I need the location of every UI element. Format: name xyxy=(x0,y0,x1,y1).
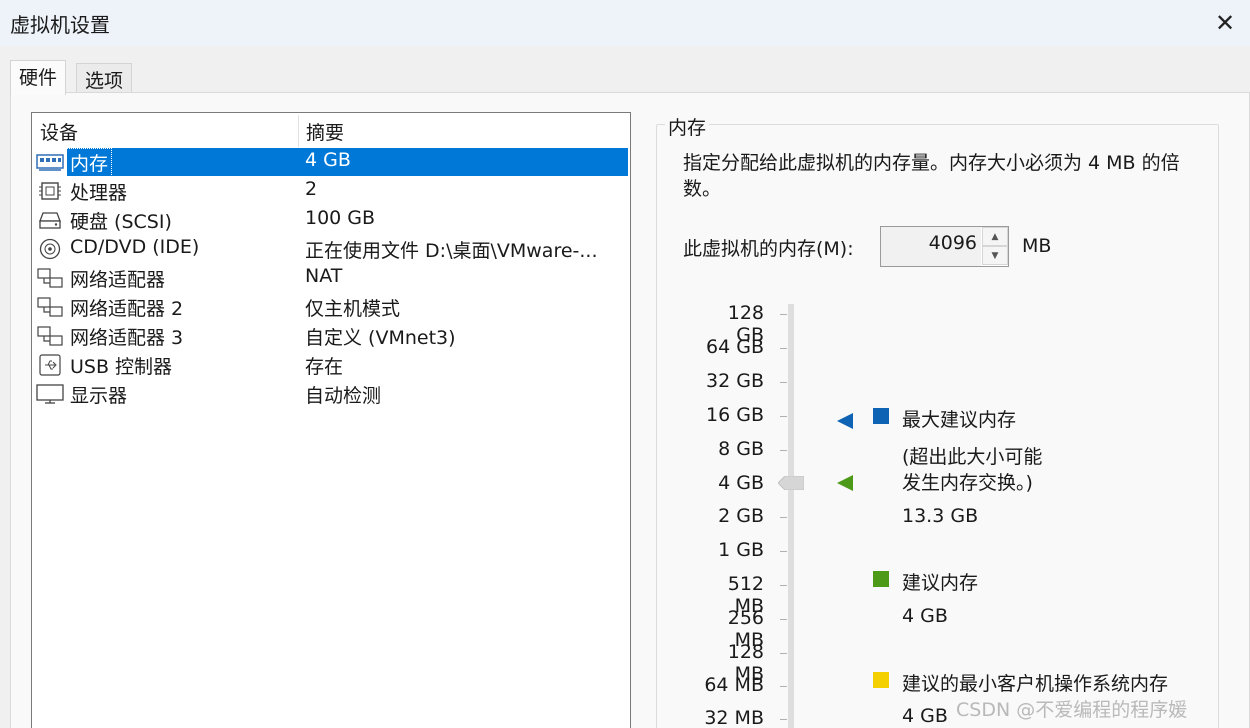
device-name: 显示器 xyxy=(70,385,128,407)
scale-tick-mark xyxy=(780,585,787,586)
device-summary: 存在 xyxy=(305,356,344,378)
memory-slider-track[interactable] xyxy=(788,304,794,728)
scale-tick-label: 1 GB xyxy=(718,539,764,561)
max-recommended-legend-icon xyxy=(873,408,889,424)
usb-icon xyxy=(39,354,61,376)
close-button[interactable]: ✕ xyxy=(1200,0,1250,46)
network-adapter-icon xyxy=(37,297,63,317)
recommended-value: 4 GB xyxy=(902,605,948,627)
title-bar: 虚拟机设置 ✕ xyxy=(0,0,1250,46)
max-recommended-title: 最大建议内存 xyxy=(902,409,1017,431)
device-summary: NAT xyxy=(305,265,343,287)
scale-tick-label: 64 MB xyxy=(704,674,764,696)
min-guest-title: 建议的最小客户机操作系统内存 xyxy=(902,673,1169,695)
device-row-usb-controller[interactable]: USB 控制器 存在 xyxy=(34,351,628,379)
scale-tick-label: 32 MB xyxy=(704,707,764,728)
column-header-device[interactable]: 设备 xyxy=(40,118,78,145)
cd-dvd-icon xyxy=(39,238,61,260)
scale-tick-mark xyxy=(780,450,787,451)
max-recommended-marker-icon xyxy=(837,413,853,429)
device-name: 硬盘 (SCSI) xyxy=(70,211,172,233)
chevron-down-icon: ▼ xyxy=(991,250,999,261)
min-guest-value: 4 GB xyxy=(902,705,948,727)
scale-tick-mark xyxy=(780,416,787,417)
recommended-legend-icon xyxy=(873,571,889,587)
scale-tick-mark xyxy=(780,348,787,349)
memory-description: 指定分配给此虚拟机的内存量。内存大小必须为 4 MB 的倍数。 xyxy=(683,152,1180,200)
scale-tick-label: 8 GB xyxy=(718,438,764,460)
scale-tick-mark xyxy=(780,551,787,552)
scale-tick-label: 32 GB xyxy=(706,370,764,392)
hard-disk-icon xyxy=(39,212,61,229)
scale-tick-label: 2 GB xyxy=(718,505,764,527)
device-row-memory[interactable]: 内存 4 GB xyxy=(34,148,628,177)
scale-tick-mark xyxy=(780,314,787,315)
memory-input[interactable]: 4096 xyxy=(881,227,981,266)
column-divider[interactable] xyxy=(298,115,299,147)
device-row-network-adapter-3[interactable]: 网络适配器 3 自定义 (VMnet3) xyxy=(34,322,628,350)
monitor-icon xyxy=(36,384,64,404)
device-name: USB 控制器 xyxy=(70,356,173,378)
device-name: 处理器 xyxy=(70,182,128,204)
memory-icon xyxy=(36,154,64,171)
recommended-marker-icon xyxy=(837,475,853,491)
column-header-summary[interactable]: 摘要 xyxy=(306,118,344,145)
max-recommended-value: 13.3 GB xyxy=(902,505,979,527)
tab-options[interactable]: 选项 xyxy=(76,63,133,92)
device-row-hard-disk[interactable]: 硬盘 (SCSI) 100 GB xyxy=(34,206,628,234)
device-summary: 自动检测 xyxy=(305,385,382,407)
device-name: 网络适配器 2 xyxy=(70,298,184,320)
spin-down-button[interactable]: ▼ xyxy=(982,246,1008,265)
device-name: 网络适配器 3 xyxy=(70,327,184,349)
memory-unit: MB xyxy=(1022,235,1052,257)
device-row-processor[interactable]: 处理器 2 xyxy=(34,177,628,205)
scale-tick-label: 16 GB xyxy=(706,404,764,426)
scale-tick-mark xyxy=(780,382,787,383)
scale-tick-mark xyxy=(780,719,787,720)
device-summary: 自定义 (VMnet3) xyxy=(305,327,456,349)
device-name: 内存 xyxy=(65,148,113,177)
device-row-network-adapter[interactable]: 网络适配器 NAT xyxy=(34,264,628,292)
device-summary: 正在使用文件 D:\桌面\VMware-... xyxy=(305,240,598,262)
device-name: CD/DVD (IDE) xyxy=(70,236,200,258)
network-adapter-icon xyxy=(37,326,63,346)
memory-spinbox: 4096 ▲ ▼ xyxy=(880,226,1009,267)
device-row-cd-dvd[interactable]: CD/DVD (IDE) 正在使用文件 D:\桌面\VMware-... xyxy=(34,235,628,263)
network-adapter-icon xyxy=(37,268,63,288)
memory-group-title: 内存 xyxy=(665,113,710,140)
device-summary: 4 GB xyxy=(305,149,351,171)
tab-hardware[interactable]: 硬件 xyxy=(10,60,67,95)
scale-tick-label: 4 GB xyxy=(718,472,764,494)
scale-tick-mark xyxy=(780,686,787,687)
device-row-network-adapter-2[interactable]: 网络适配器 2 仅主机模式 xyxy=(34,293,628,321)
window-title: 虚拟机设置 xyxy=(10,13,110,37)
max-recommended-note-1: (超出此大小可能 xyxy=(902,446,1043,468)
device-name: 网络适配器 xyxy=(70,269,166,291)
device-row-display[interactable]: 显示器 自动检测 xyxy=(34,380,628,408)
watermark: CSDN @不爱编程的程序媛 xyxy=(956,699,1188,721)
memory-slider-thumb[interactable] xyxy=(778,476,804,490)
scale-tick-mark xyxy=(780,517,787,518)
scale-tick-mark xyxy=(780,653,787,654)
min-guest-legend-icon xyxy=(873,672,889,688)
spin-up-button[interactable]: ▲ xyxy=(982,227,1008,246)
device-summary: 2 xyxy=(305,178,318,200)
scale-tick-mark xyxy=(780,619,787,620)
chevron-up-icon: ▲ xyxy=(991,231,999,242)
processor-icon xyxy=(39,182,61,200)
recommended-title: 建议内存 xyxy=(902,572,979,594)
max-recommended-note-2: 发生内存交换。) xyxy=(902,472,1033,494)
memory-field-label: 此虚拟机的内存(M): xyxy=(683,238,854,260)
close-icon: ✕ xyxy=(1214,9,1236,37)
device-summary: 仅主机模式 xyxy=(305,298,401,320)
device-summary: 100 GB xyxy=(305,207,376,229)
scale-tick-label: 64 GB xyxy=(706,336,764,358)
